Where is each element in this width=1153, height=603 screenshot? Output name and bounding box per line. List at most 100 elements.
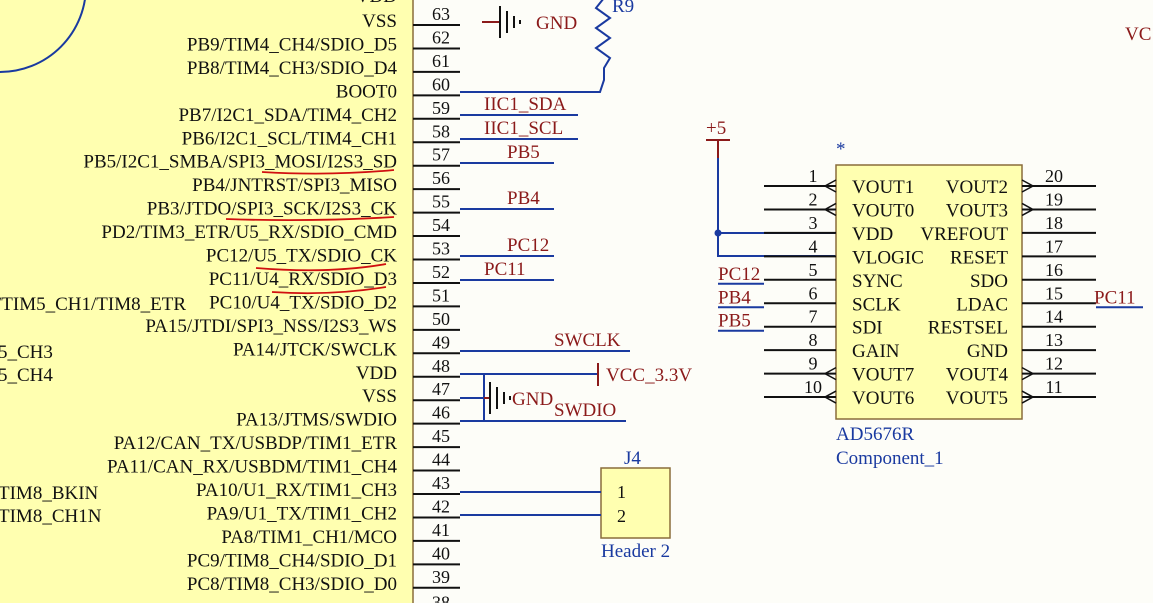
mcu-pin-number: 40 bbox=[432, 543, 450, 563]
dac-left-pin-number: 1 bbox=[809, 166, 818, 186]
dac-left-pin-number: 5 bbox=[809, 260, 818, 280]
mcu-pin-name: PB8/TIM4_CH3/SDIO_D4 bbox=[187, 58, 398, 79]
mcu-pin-number: 55 bbox=[432, 192, 450, 212]
dac-left-pin-name: VOUT0 bbox=[852, 200, 914, 221]
mcu-pin-number: 60 bbox=[432, 74, 450, 94]
mcu-pin-number: 57 bbox=[432, 145, 450, 165]
mcu-pin-name: VSS bbox=[362, 386, 397, 407]
dac-right-pin-number: 12 bbox=[1045, 354, 1063, 374]
dac-right-pin-number: 18 bbox=[1045, 213, 1063, 233]
dac-left-pin-number: 9 bbox=[809, 354, 818, 374]
mcu-pin-name: PA13/JTMS/SWDIO bbox=[236, 410, 397, 431]
dac-left-pin-name: SDI bbox=[852, 318, 883, 339]
mcu-top-cut: VDD bbox=[356, 0, 397, 7]
dac-right-pin-name: RESET bbox=[950, 247, 1008, 268]
mcu-pin-name: PA15/JTDI/SPI3_NSS/I2S3_WS bbox=[145, 316, 397, 337]
dac-left-pin-name: SYNC bbox=[852, 271, 903, 292]
dac-net-label: PB4 bbox=[718, 287, 751, 308]
plus5-label: +5 bbox=[706, 118, 726, 139]
vc-fragment: VC bbox=[1125, 24, 1151, 45]
mcu-pin-number: 56 bbox=[432, 168, 450, 188]
dac-left-pin-number: 3 bbox=[809, 213, 818, 233]
mcu-pin-number: 38 bbox=[432, 592, 450, 603]
dac-net-label: PC11 bbox=[1094, 287, 1136, 308]
dac-left-pin-number: 8 bbox=[809, 330, 818, 350]
header-j4-body[interactable] bbox=[600, 467, 671, 539]
r9-label: R9 bbox=[612, 0, 634, 17]
mcu-pin-name: PA9/U1_TX/TIM1_CH2 bbox=[207, 503, 397, 524]
dac-right-pin-name: VOUT5 bbox=[946, 388, 1008, 409]
net-swdio: SWDIO bbox=[554, 400, 616, 421]
mcu-left-fragment: /TIM5_CH1/TIM8_ETR bbox=[0, 294, 186, 315]
mcu-pin-number: 53 bbox=[432, 239, 450, 259]
mcu-pin-number: 61 bbox=[432, 51, 450, 71]
mcu-pin-number: 43 bbox=[432, 473, 450, 493]
dac-left-pin-name: VOUT7 bbox=[852, 365, 914, 386]
mcu-pin-name: PC9/TIM8_CH4/SDIO_D1 bbox=[187, 550, 397, 571]
net-pb5-mcu: PB5 bbox=[507, 142, 540, 163]
dac-right-pin-name: VREFOUT bbox=[920, 224, 1008, 245]
junction-dot bbox=[714, 229, 722, 237]
dac-right-pin-name: VOUT2 bbox=[946, 177, 1008, 198]
mcu-pin-name: PB3/JTDO/SPI3_SCK/I2S3_CK bbox=[147, 199, 398, 220]
dac-right-pin-name: VOUT4 bbox=[946, 365, 1009, 386]
mcu-pin-number: 47 bbox=[432, 379, 450, 399]
mcu-pin-name: PB7/I2C1_SDA/TIM4_CH2 bbox=[178, 105, 397, 126]
schematic-canvas: 63 VSS 6 2 PB9/TIM4_CH4/SDIO_D5 61 PB8/TIM4_CH… bbox=[0, 0, 1151, 603]
dac-name: AD5676R bbox=[836, 424, 914, 445]
header-ref: J4 bbox=[624, 448, 641, 469]
dac-right-pin-number: 19 bbox=[1045, 189, 1063, 209]
dac-net-label: PC12 bbox=[718, 264, 760, 285]
dac-left-pin-name: VOUT1 bbox=[852, 177, 914, 198]
mcu-pin-name: PC11/U4_RX/SDIO_D3 bbox=[209, 269, 397, 290]
mcu-pin-number: 63 bbox=[432, 4, 450, 24]
mcu-pin-number: 39 bbox=[432, 567, 450, 587]
mcu-left-fragment: TIM8_CH1N bbox=[0, 506, 102, 527]
mcu-pin-number: 41 bbox=[432, 520, 450, 540]
dac-right-pin-name: VOUT3 bbox=[946, 200, 1008, 221]
dac-left-pin-name: VDD bbox=[852, 224, 893, 245]
gnd-label-top: GND bbox=[536, 13, 577, 34]
mcu-pin-number: 48 bbox=[432, 356, 450, 376]
dac-star: * bbox=[836, 139, 846, 160]
mcu-pin-name: PC10/U4_TX/SDIO_D2 bbox=[209, 292, 397, 313]
net-vcc-3v3: VCC_3.3V bbox=[606, 365, 692, 386]
header-pin-1: 1 bbox=[617, 482, 626, 502]
gnd-label-mid: GND bbox=[512, 389, 553, 410]
mcu-left-fragment: 5_CH3 bbox=[0, 342, 53, 363]
mcu-left-fragment: TIM8_BKIN bbox=[0, 483, 99, 504]
dac-right-pin-number: 17 bbox=[1045, 236, 1063, 256]
mcu-pin-number: 59 bbox=[432, 98, 450, 118]
mcu-pin-name: PC8/TIM8_CH3/SDIO_D0 bbox=[187, 574, 397, 595]
dac-right-pin-number: 16 bbox=[1045, 260, 1063, 280]
mcu-pin-name: BOOT0 bbox=[336, 81, 397, 102]
r9-resistor[interactable] bbox=[460, 0, 612, 93]
mcu-pin-name: PB4/JNTRST/SPI3_MISO bbox=[192, 175, 397, 196]
gnd-symbol-top: GND bbox=[482, 6, 577, 38]
mcu-pin-name: PA8/TIM1_CH1/MCO bbox=[221, 527, 397, 548]
dac-right-pin-name: SDO bbox=[970, 271, 1008, 292]
net-pc11-mcu: PC11 bbox=[484, 259, 526, 280]
net-swclk: SWCLK bbox=[554, 330, 621, 351]
mcu-pin-number: 51 bbox=[432, 285, 450, 305]
dac-left-pin-number: 6 bbox=[809, 283, 818, 303]
mcu-pin-name: PB9/TIM4_CH4/SDIO_D5 bbox=[187, 34, 397, 55]
dac-left-pin-name: GAIN bbox=[852, 341, 900, 362]
mcu-pin-name: VSS bbox=[362, 11, 397, 32]
mcu-pin-name: PA14/JTCK/SWCLK bbox=[233, 339, 397, 360]
dac-right-pin-name: GND bbox=[967, 341, 1008, 362]
mcu-pin-number: 42 bbox=[432, 496, 450, 516]
mcu-pin-name: PC12/U5_TX/SDIO_CK bbox=[206, 246, 397, 267]
mcu-pin-number: 46 bbox=[432, 403, 450, 423]
dac-right-pin-number: 14 bbox=[1045, 307, 1063, 327]
mcu-pin-number: 45 bbox=[432, 426, 450, 446]
dac-left-pin-number: 10 bbox=[804, 377, 822, 397]
dac-right-pin-number: 11 bbox=[1045, 377, 1062, 397]
header-name: Header 2 bbox=[601, 541, 670, 562]
dac-left-pin-number: 2 bbox=[809, 189, 818, 209]
mcu-pin-number: 54 bbox=[432, 215, 450, 235]
dac-right-pin-number: 15 bbox=[1045, 283, 1063, 303]
mcu-pin-name: PB6/I2C1_SCL/TIM4_CH1 bbox=[182, 128, 397, 149]
net-iic1-scl: IIC1_SCL bbox=[484, 118, 563, 139]
net-iic1-sda: IIC1_SDA bbox=[484, 94, 567, 115]
